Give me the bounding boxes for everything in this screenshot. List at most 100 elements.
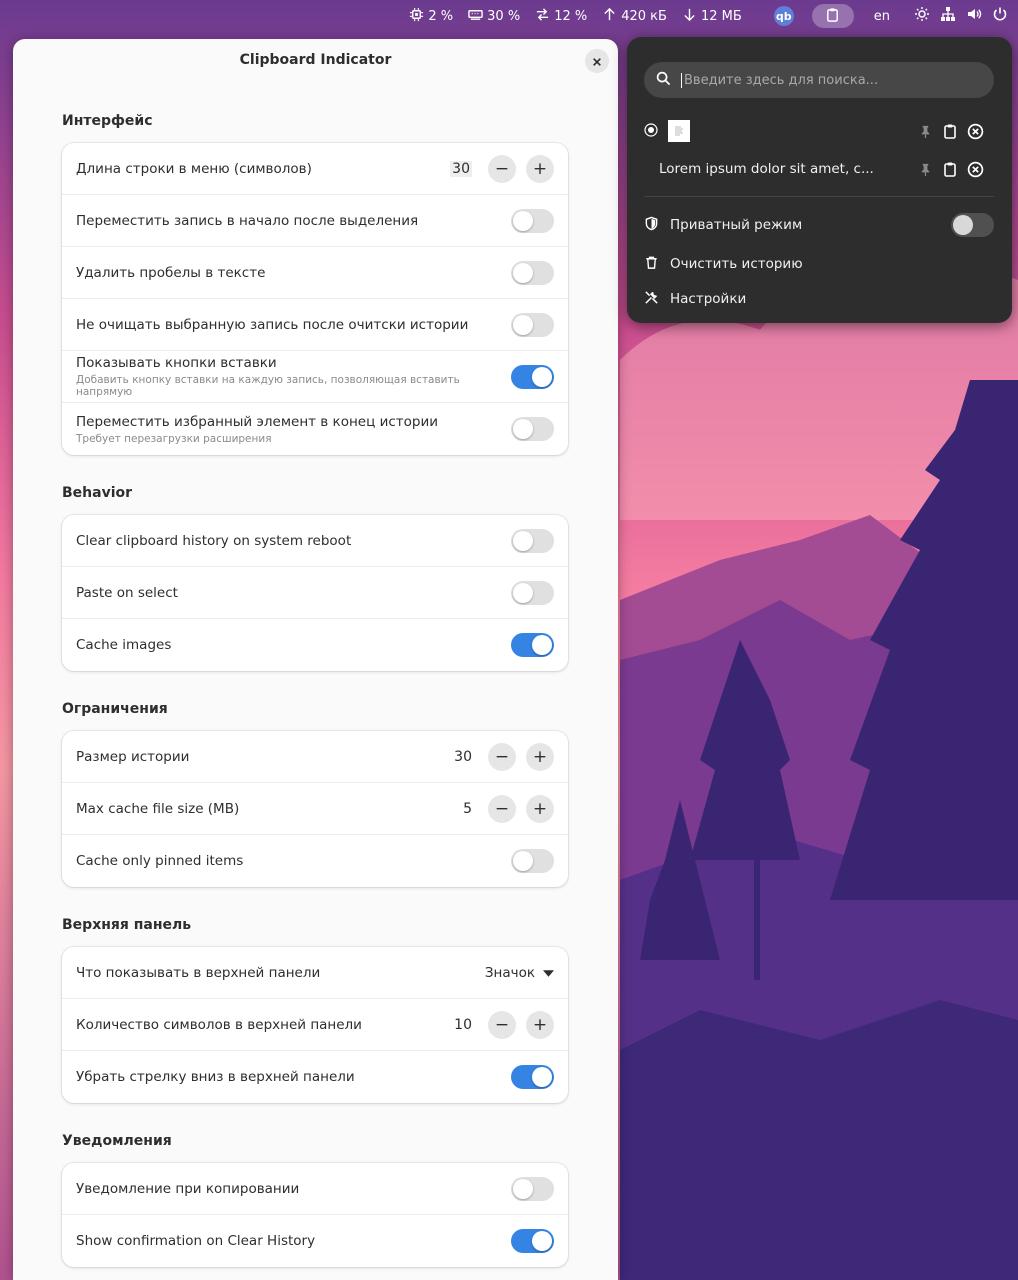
cache-pinned-only-toggle[interactable] xyxy=(511,849,554,873)
clipboard-icon xyxy=(825,7,840,26)
row-label: Удалить пробелы в тексте xyxy=(76,264,266,281)
memory-value: 30 % xyxy=(487,8,521,24)
clear-history-item[interactable]: Очистить историю xyxy=(644,249,994,279)
notify-copy-toggle[interactable] xyxy=(511,1176,554,1201)
download-indicator[interactable]: 12 МБ xyxy=(682,7,742,26)
row-move-to-top: Переместить запись в начало после выделе… xyxy=(62,195,568,247)
decrement-button[interactable]: − xyxy=(488,154,516,183)
close-icon xyxy=(592,52,602,71)
top-bar: 2 % 30 % 12 % 420 кБ 12 МБ qb en xyxy=(0,0,1018,32)
private-mode-toggle[interactable] xyxy=(951,213,994,237)
row-max-cache: Max cache file size (MB) 5 − + xyxy=(62,783,568,835)
group-behavior: Clear clipboard history on system reboot… xyxy=(62,515,568,671)
row-label: Show confirmation on Clear History xyxy=(76,1233,316,1249)
popup-divider xyxy=(644,196,994,197)
spin-value[interactable]: 10 xyxy=(452,1017,472,1033)
spin-value[interactable]: 30 xyxy=(450,160,472,177)
pinned-to-bottom-toggle[interactable] xyxy=(511,417,554,441)
network-wired-icon xyxy=(940,6,956,26)
show-paste-buttons-toggle[interactable] xyxy=(511,364,554,389)
decrement-button[interactable]: − xyxy=(488,794,516,823)
increment-button[interactable]: + xyxy=(526,742,554,771)
delete-item-icon[interactable] xyxy=(967,161,984,178)
row-label: Уведомление при копировании xyxy=(76,1180,300,1197)
spin-value[interactable]: 5 xyxy=(452,801,472,817)
keyboard-layout-indicator[interactable]: en xyxy=(874,9,890,24)
keep-selected-toggle[interactable] xyxy=(511,312,554,337)
memory-icon xyxy=(468,7,483,26)
swap-icon xyxy=(535,7,550,26)
section-title-top-panel: Верхняя панель xyxy=(62,917,192,933)
strip-whitespace-toggle[interactable] xyxy=(511,260,554,285)
paste-icon[interactable] xyxy=(942,161,958,177)
private-mode-label: Приватный режим xyxy=(670,217,803,233)
spin-value[interactable]: 30 xyxy=(452,749,472,765)
power-icon xyxy=(992,6,1008,26)
hide-arrow-toggle[interactable] xyxy=(511,1065,554,1089)
trash-icon xyxy=(644,255,659,274)
cache-images-toggle[interactable] xyxy=(511,633,554,657)
row-menu-line-length: Длина строки в меню (символов) 30 − + xyxy=(62,143,568,195)
section-title-limits: Ограничения xyxy=(62,701,168,717)
system-menu[interactable] xyxy=(914,6,1008,26)
cpu-value: 2 % xyxy=(428,8,454,24)
section-title-notifications: Уведомления xyxy=(62,1133,172,1149)
search-input[interactable] xyxy=(681,72,971,88)
qbittorrent-tray-icon[interactable]: qb xyxy=(773,6,794,26)
increment-button[interactable]: + xyxy=(526,154,554,183)
row-keep-selected: Не очищать выбранную запись после очитск… xyxy=(62,299,568,351)
window-title: Clipboard Indicator xyxy=(239,52,392,68)
memory-indicator[interactable]: 30 % xyxy=(468,7,520,26)
row-show-paste-buttons: Показывать кнопки вставки Добавить кнопк… xyxy=(62,351,568,403)
private-mode-item[interactable]: Приватный режим xyxy=(644,210,994,240)
decrement-button[interactable]: − xyxy=(488,742,516,771)
row-pinned-to-bottom: Переместить избранный элемент в конец ис… xyxy=(62,403,568,455)
group-top-panel: Что показывать в верхней панели Значок К… xyxy=(62,947,568,1103)
row-confirm-clear: Show confirmation on Clear History xyxy=(62,1215,568,1267)
increment-button[interactable]: + xyxy=(526,794,554,823)
row-label: Clear clipboard history on system reboot xyxy=(76,532,352,549)
tools-icon xyxy=(644,290,659,309)
decrement-button[interactable]: − xyxy=(488,1010,516,1039)
increment-button[interactable]: + xyxy=(526,1010,554,1039)
clipboard-item[interactable]: Lorem ipsum dolor sit amet, c... xyxy=(644,151,994,187)
cpu-indicator[interactable]: 2 % xyxy=(409,7,453,26)
menu-line-length-spinner: 30 − + xyxy=(450,154,554,183)
pin-icon[interactable] xyxy=(918,162,933,177)
row-label: Paste on select xyxy=(76,584,178,601)
cpu-icon xyxy=(409,7,424,26)
section-title-behavior: Behavior xyxy=(62,485,133,501)
confirm-clear-toggle[interactable] xyxy=(511,1229,554,1253)
row-label: Показывать кнопки вставки xyxy=(76,355,277,371)
pin-icon[interactable] xyxy=(918,124,933,139)
swap-indicator[interactable]: 12 % xyxy=(535,7,587,26)
brightness-icon xyxy=(914,6,930,26)
history-size-spinner: 30 − + xyxy=(452,742,554,771)
volume-icon xyxy=(966,6,982,26)
download-value: 12 МБ xyxy=(700,8,742,24)
popup-search-box[interactable] xyxy=(644,62,994,98)
group-limits: Размер истории 30 − + Max cache file siz… xyxy=(62,731,568,887)
paste-on-select-toggle[interactable] xyxy=(511,580,554,605)
row-clear-on-reboot: Clear clipboard history on system reboot xyxy=(62,515,568,567)
what-to-show-dropdown[interactable]: Значок xyxy=(485,965,554,981)
upload-indicator[interactable]: 420 кБ xyxy=(602,7,667,26)
close-button[interactable] xyxy=(585,49,609,73)
settings-item[interactable]: Настройки xyxy=(644,284,994,314)
row-history-size: Размер истории 30 − + xyxy=(62,731,568,783)
clipboard-indicator-button[interactable] xyxy=(811,4,854,28)
image-thumbnail xyxy=(668,120,690,142)
move-to-top-toggle[interactable] xyxy=(511,208,554,233)
clipboard-item-actions xyxy=(918,123,984,140)
clear-history-label: Очистить историю xyxy=(670,256,803,272)
delete-item-icon[interactable] xyxy=(967,123,984,140)
paste-icon[interactable] xyxy=(942,123,958,139)
row-label: Длина строки в меню (символов) xyxy=(76,160,312,177)
row-label: Переместить запись в начало после выделе… xyxy=(76,212,419,229)
search-icon xyxy=(656,71,671,90)
section-title-interface: Интерфейс xyxy=(62,113,153,129)
row-label: Количество символов в верхней панели xyxy=(76,1016,362,1033)
clear-on-reboot-toggle[interactable] xyxy=(511,528,554,553)
clipboard-item[interactable] xyxy=(644,113,994,149)
arrow-up-icon xyxy=(602,7,617,26)
